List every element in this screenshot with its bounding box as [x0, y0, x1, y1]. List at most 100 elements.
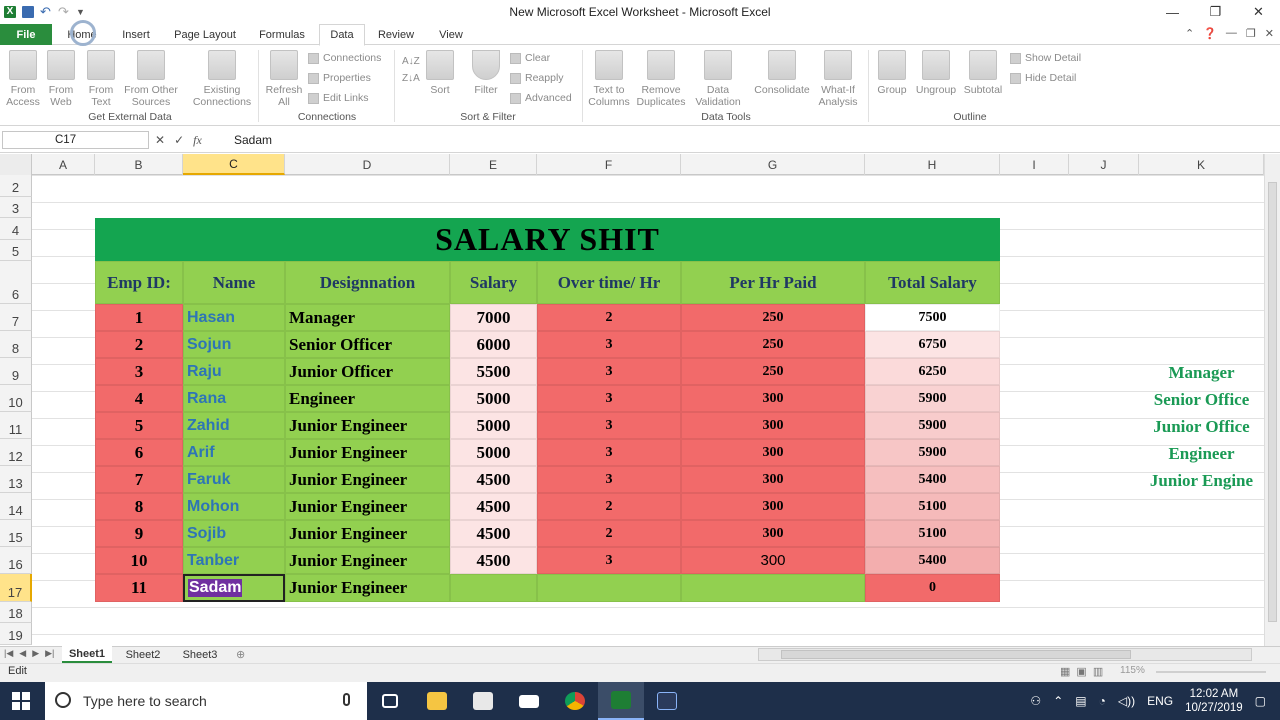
name-cell[interactable]: Zahid — [183, 412, 285, 439]
overtime-cell[interactable] — [537, 574, 681, 602]
total-salary-cell[interactable]: 5900 — [865, 385, 1000, 412]
row-header[interactable]: 7 — [0, 304, 32, 331]
salary-cell[interactable]: 7000 — [450, 304, 537, 331]
emp-id-cell[interactable]: 11 — [95, 574, 183, 602]
from-text-button[interactable]: From Text — [84, 50, 118, 108]
column-header[interactable]: I — [1000, 154, 1069, 175]
refresh-all-button[interactable]: Refresh All — [262, 50, 306, 108]
network-icon[interactable]: ▤ — [1075, 694, 1086, 708]
side-list-item[interactable]: Junior Office — [1139, 413, 1264, 440]
per-hr-paid-cell[interactable]: 300 — [681, 520, 865, 547]
tab-formulas[interactable]: Formulas — [252, 24, 312, 46]
row-header[interactable]: 16 — [0, 547, 32, 574]
overtime-cell[interactable]: 3 — [537, 385, 681, 412]
total-salary-cell[interactable]: 7500 — [865, 304, 1000, 331]
normal-view-icon[interactable]: ▦ — [1060, 665, 1070, 678]
sort-button[interactable]: Sort — [424, 50, 456, 96]
text-to-columns-button[interactable]: Text to Columns — [586, 50, 632, 108]
designation-cell[interactable]: Junior Engineer — [285, 439, 450, 466]
table-header-overtime[interactable]: Over time/ Hr — [537, 261, 681, 304]
name-cell[interactable]: Arif — [183, 439, 285, 466]
language-indicator[interactable]: ENG — [1147, 694, 1173, 708]
row-header[interactable]: 3 — [0, 197, 32, 218]
row-header[interactable]: 19 — [0, 623, 32, 645]
page-break-view-icon[interactable]: ▥ — [1093, 665, 1103, 678]
salary-cell[interactable]: 4500 — [450, 520, 537, 547]
name-cell[interactable]: Rana — [183, 385, 285, 412]
table-header-per-hr-paid[interactable]: Per Hr Paid — [681, 261, 865, 304]
designation-cell[interactable]: Junior Engineer — [285, 493, 450, 520]
per-hr-paid-cell[interactable]: 300 — [681, 412, 865, 439]
table-header-emp-id[interactable]: Emp ID: — [95, 261, 183, 304]
name-cell[interactable]: Tanber — [183, 547, 285, 574]
salary-cell[interactable]: 5000 — [450, 385, 537, 412]
window-minimize-icon[interactable]: — — [1226, 27, 1237, 40]
minimize-button[interactable]: — — [1151, 0, 1194, 24]
overtime-cell[interactable]: 3 — [537, 358, 681, 385]
per-hr-paid-cell[interactable]: 300 — [681, 547, 865, 574]
overtime-cell[interactable]: 3 — [537, 466, 681, 493]
from-web-button[interactable]: From Web — [44, 50, 78, 108]
designation-cell[interactable]: Junior Engineer — [285, 520, 450, 547]
overtime-cell[interactable]: 3 — [537, 439, 681, 466]
emp-id-cell[interactable]: 1 — [95, 304, 183, 331]
overtime-cell[interactable]: 2 — [537, 304, 681, 331]
last-sheet-icon[interactable]: ▶| — [45, 648, 54, 659]
edit-links-button[interactable]: Edit Links — [308, 88, 381, 108]
total-salary-cell[interactable]: 0 — [865, 574, 1000, 602]
designation-cell[interactable]: Senior Officer — [285, 331, 450, 358]
row-header[interactable]: 9 — [0, 358, 32, 385]
enter-icon[interactable]: ✓ — [174, 133, 184, 147]
designation-cell[interactable]: Engineer — [285, 385, 450, 412]
overtime-cell[interactable]: 3 — [537, 547, 681, 574]
vertical-scroll-thumb[interactable] — [1268, 182, 1277, 622]
wifi-icon[interactable]: ◔ — [1099, 694, 1106, 708]
overtime-cell[interactable]: 3 — [537, 331, 681, 358]
sheet-tab-sheet3[interactable]: Sheet3 — [174, 646, 226, 663]
tab-insert[interactable]: Insert — [114, 24, 158, 46]
side-list-item[interactable]: Engineer — [1139, 440, 1264, 467]
reapply-button[interactable]: Reapply — [510, 68, 572, 88]
tab-data[interactable]: Data — [319, 24, 365, 46]
table-header-name[interactable]: Name — [183, 261, 285, 304]
name-cell[interactable]: Sojib — [183, 520, 285, 547]
zoom-level[interactable]: 115% — [1120, 665, 1145, 676]
excel-taskbar-icon[interactable] — [598, 682, 644, 720]
per-hr-paid-cell[interactable]: 300 — [681, 466, 865, 493]
column-header[interactable]: F — [537, 154, 681, 175]
name-cell[interactable]: Mohon — [183, 493, 285, 520]
per-hr-paid-cell[interactable]: 300 — [681, 385, 865, 412]
column-header-selected[interactable]: C — [183, 154, 285, 175]
emp-id-cell[interactable]: 6 — [95, 439, 183, 466]
from-access-button[interactable]: From Access — [6, 50, 40, 108]
first-sheet-icon[interactable]: |◀ — [4, 648, 13, 659]
hide-detail-button[interactable]: Hide Detail — [1010, 68, 1081, 88]
total-salary-cell[interactable]: 6250 — [865, 358, 1000, 385]
name-cell[interactable]: Faruk — [183, 466, 285, 493]
row-header[interactable]: 12 — [0, 439, 32, 466]
salary-cell[interactable] — [450, 574, 537, 602]
from-other-sources-button[interactable]: From Other Sources — [120, 50, 182, 108]
next-sheet-icon[interactable]: ▶ — [32, 648, 39, 659]
name-cell[interactable]: Sojun — [183, 331, 285, 358]
designation-cell[interactable]: Junior Engineer — [285, 412, 450, 439]
emp-id-cell[interactable]: 8 — [95, 493, 183, 520]
row-header[interactable]: 14 — [0, 493, 32, 520]
consolidate-button[interactable]: Consolidate — [750, 50, 814, 96]
subtotal-button[interactable]: Subtotal — [960, 50, 1006, 96]
designation-cell[interactable]: Junior Engineer — [285, 547, 450, 574]
ungroup-button[interactable]: Ungroup — [912, 50, 960, 96]
salary-cell[interactable]: 5000 — [450, 439, 537, 466]
column-header[interactable]: E — [450, 154, 537, 175]
overtime-cell[interactable]: 3 — [537, 412, 681, 439]
emp-id-cell[interactable]: 7 — [95, 466, 183, 493]
total-salary-cell[interactable]: 5900 — [865, 439, 1000, 466]
name-cell[interactable]: Raju — [183, 358, 285, 385]
row-header[interactable]: 8 — [0, 331, 32, 358]
per-hr-paid-cell[interactable]: 300 — [681, 439, 865, 466]
sheet-tab-sheet1[interactable]: Sheet1 — [62, 646, 112, 663]
emp-id-cell[interactable]: 5 — [95, 412, 183, 439]
row-header[interactable]: 10 — [0, 385, 32, 412]
filter-button[interactable]: Filter — [470, 50, 502, 96]
tab-file[interactable]: File — [0, 24, 52, 45]
